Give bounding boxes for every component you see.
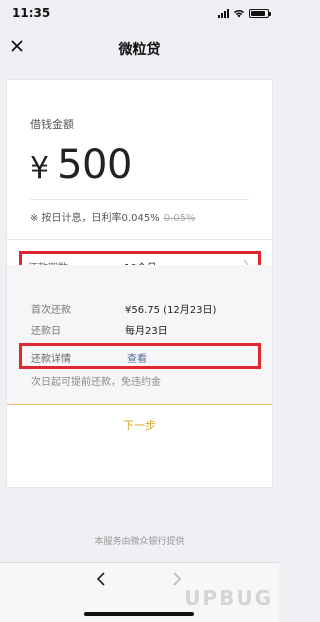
wifi-icon xyxy=(234,9,244,18)
battery-icon xyxy=(249,8,271,18)
divider xyxy=(7,239,272,240)
first-repayment-value: ¥56.75 (12月23日) xyxy=(125,305,217,316)
back-arrow-icon[interactable] xyxy=(94,571,108,587)
repayment-day-label: 还款日 xyxy=(31,326,61,337)
footer-provider-text: 本服务由微众银行提供 xyxy=(94,537,185,547)
home-indicator[interactable] xyxy=(84,612,194,616)
status-bar: 11:35 xyxy=(0,0,279,28)
page-title: 微粒贷 xyxy=(118,42,161,58)
loan-amount[interactable]: ¥ 500 xyxy=(30,142,132,188)
first-repayment-label: 首次还款 xyxy=(31,305,71,316)
amount-value: 500 xyxy=(57,142,132,188)
nav-bar: 微粒贷 xyxy=(0,28,279,68)
loan-amount-label: 借钱金额 xyxy=(30,118,74,131)
rate-text: ※ 按日计息，日利率0.045% xyxy=(30,213,160,224)
rate-note: ※ 按日计息，日利率0.045% 0.05% xyxy=(30,209,195,224)
repayment-day-value: 每月23日 xyxy=(125,326,168,337)
loan-card: 借钱金额 ¥ 500 ※ 按日计息，日利率0.045%0.05% 还款期数 10… xyxy=(6,79,273,488)
repayment-detail-row: 还款详情 查看 xyxy=(19,343,261,369)
rate-old: 0.05% xyxy=(163,213,196,224)
divider xyxy=(7,404,272,405)
view-detail-link[interactable]: 查看 xyxy=(127,350,147,365)
divider xyxy=(30,199,249,200)
forward-arrow-icon[interactable] xyxy=(170,571,184,587)
watermark: UPBUG xyxy=(184,586,273,610)
signal-icon xyxy=(218,8,229,18)
repayment-detail-label: 还款详情 xyxy=(31,354,71,365)
status-icons xyxy=(218,8,271,18)
currency-symbol: ¥ xyxy=(30,151,50,186)
status-time: 11:35 xyxy=(12,6,51,20)
next-step-button[interactable]: 下一步 xyxy=(7,414,272,438)
prepayment-note: 次日起可提前还款，免违约金 xyxy=(31,377,161,388)
